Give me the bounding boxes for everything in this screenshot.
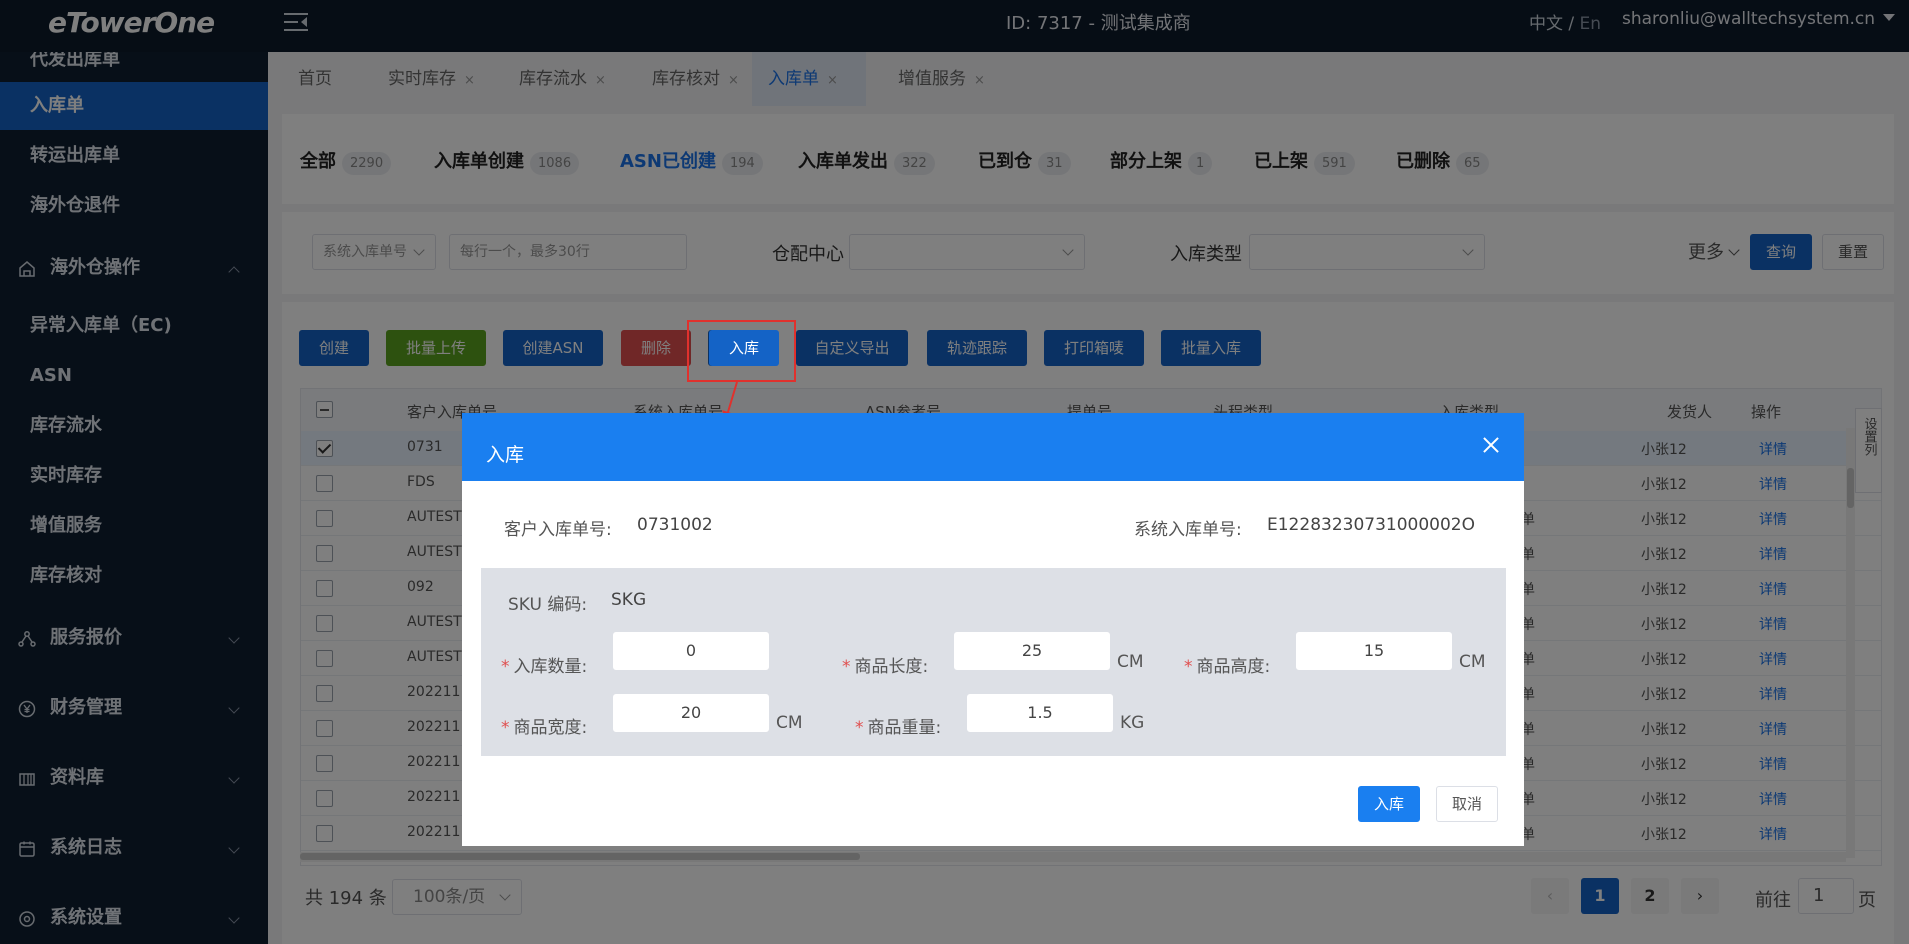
height-input[interactable]: 15 bbox=[1296, 632, 1452, 670]
close-icon[interactable] bbox=[1482, 437, 1500, 455]
qty-label: 入库数量: bbox=[513, 657, 588, 677]
highlight-annotation-box bbox=[687, 320, 796, 382]
dialog-title: 入库 bbox=[486, 444, 525, 466]
width-unit: CM bbox=[776, 713, 803, 733]
system-no-value: E12283230731000002O bbox=[1267, 515, 1475, 535]
cancel-button[interactable]: 取消 bbox=[1436, 786, 1498, 822]
qty-input[interactable]: 0 bbox=[613, 632, 769, 670]
sku-form-section: SKU 编码: SKG * 入库数量: 0 * 商品长度: 25 CM * 商品高度:… bbox=[481, 568, 1506, 756]
customer-no-value: 0731002 bbox=[637, 515, 713, 535]
customer-no-label: 客户入库单号: bbox=[504, 520, 612, 540]
required-mark: * bbox=[855, 718, 864, 738]
required-mark: * bbox=[501, 718, 510, 738]
width-input[interactable]: 20 bbox=[613, 694, 769, 732]
qty-field-label: * 入库数量: bbox=[501, 652, 587, 677]
required-mark: * bbox=[1184, 657, 1193, 677]
weight-unit: KG bbox=[1120, 713, 1145, 733]
height-field-label: * 商品高度: bbox=[1184, 652, 1270, 677]
confirm-inbound-button[interactable]: 入库 bbox=[1358, 786, 1420, 822]
app-root: eTowerOne ID: 7317 - 测试集成商 中文 / En sharo… bbox=[0, 0, 1909, 944]
length-input[interactable]: 25 bbox=[954, 632, 1110, 670]
width-label: 商品宽度: bbox=[513, 718, 588, 738]
weight-label: 商品重量: bbox=[867, 718, 942, 738]
weight-field-label: * 商品重量: bbox=[855, 713, 941, 738]
height-unit: CM bbox=[1459, 652, 1486, 672]
sku-value: SKG bbox=[611, 590, 647, 610]
length-unit: CM bbox=[1117, 652, 1144, 672]
inbound-dialog: 入库 客户入库单号: 0731002 系统入库单号: E122832307310… bbox=[462, 413, 1524, 846]
length-field-label: * 商品长度: bbox=[842, 652, 928, 677]
dialog-header: 入库 bbox=[462, 413, 1524, 481]
sku-label: SKU 编码: bbox=[508, 595, 588, 615]
height-label: 商品高度: bbox=[1196, 657, 1271, 677]
weight-input[interactable]: 1.5 bbox=[967, 694, 1113, 732]
required-mark: * bbox=[842, 657, 851, 677]
required-mark: * bbox=[501, 657, 510, 677]
length-label: 商品长度: bbox=[854, 657, 929, 677]
system-no-label: 系统入库单号: bbox=[1134, 520, 1242, 540]
width-field-label: * 商品宽度: bbox=[501, 713, 587, 738]
